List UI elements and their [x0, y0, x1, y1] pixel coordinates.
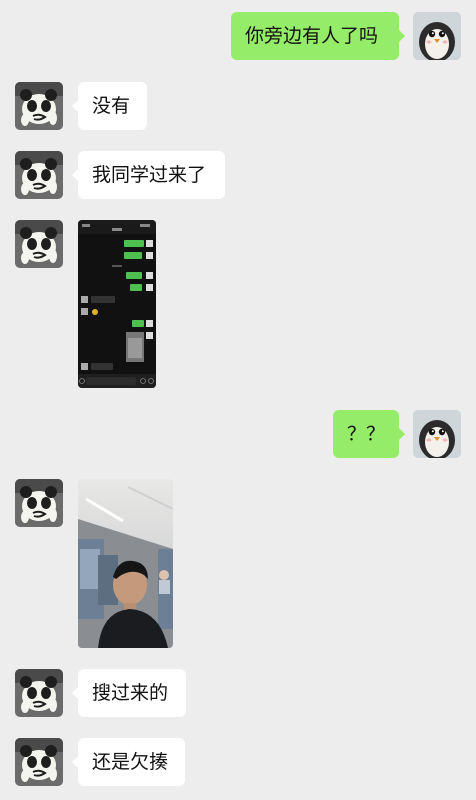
panda-meme-avatar-icon — [15, 220, 63, 268]
panda-meme-avatar-icon — [15, 738, 63, 786]
panda-meme-avatar-icon — [15, 82, 63, 130]
image-message[interactable] — [78, 220, 156, 388]
contact-avatar[interactable] — [15, 82, 63, 130]
message-bubble[interactable]: 搜过来的 — [72, 669, 186, 717]
self-avatar[interactable] — [413, 12, 461, 60]
message-bubble[interactable]: 还是欠揍 — [72, 738, 185, 786]
image-message[interactable] — [78, 479, 173, 648]
chat-screenshot-thumbnail — [78, 220, 156, 388]
contact-avatar[interactable] — [15, 738, 63, 786]
contact-avatar[interactable] — [15, 669, 63, 717]
message-bubble[interactable]: 你旁边有人了吗 — [231, 12, 405, 60]
contact-avatar[interactable] — [15, 220, 63, 268]
panda-meme-avatar-icon — [15, 669, 63, 717]
train-photo-thumbnail — [78, 479, 173, 648]
penguin-avatar-icon — [413, 12, 461, 60]
penguin-avatar-icon — [413, 410, 461, 458]
contact-avatar[interactable] — [15, 479, 63, 527]
message-bubble[interactable]: 没有 — [72, 82, 147, 130]
message-bubble[interactable]: ？？ — [333, 410, 405, 458]
self-avatar[interactable] — [413, 410, 461, 458]
panda-meme-avatar-icon — [15, 151, 63, 199]
message-bubble[interactable]: 我同学过来了 — [72, 151, 225, 199]
panda-meme-avatar-icon — [15, 479, 63, 527]
contact-avatar[interactable] — [15, 151, 63, 199]
